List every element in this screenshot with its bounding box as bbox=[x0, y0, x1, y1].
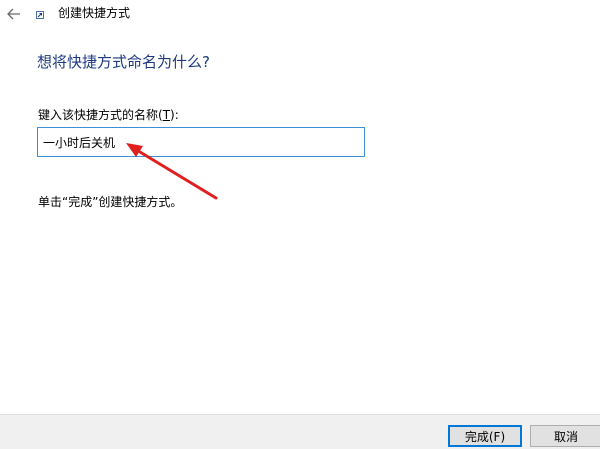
finish-button[interactable]: 完成(F) bbox=[448, 425, 522, 447]
shortcut-wizard-icon bbox=[36, 11, 44, 19]
shortcut-name-input[interactable] bbox=[37, 127, 365, 157]
name-field-label-accel: T bbox=[162, 108, 171, 122]
cancel-button[interactable]: 取消 bbox=[530, 425, 600, 447]
name-field-label: 键入该快捷方式的名称(T): bbox=[38, 107, 179, 123]
title-bar: 创建快捷方式 bbox=[0, 0, 600, 28]
page-heading: 想将快捷方式命名为什么? bbox=[37, 53, 210, 71]
finish-hint-text: 单击“完成”创建快捷方式。 bbox=[38, 195, 183, 209]
window-title: 创建快捷方式 bbox=[58, 6, 131, 20]
name-field-label-text: 键入该快捷方式的名称( bbox=[38, 108, 163, 122]
back-arrow-icon bbox=[7, 8, 20, 20]
wizard-footer: 完成(F) 取消 bbox=[0, 414, 600, 449]
back-button[interactable] bbox=[4, 4, 24, 24]
create-shortcut-window: 创建快捷方式 想将快捷方式命名为什么? 键入该快捷方式的名称(T): 单击“完成… bbox=[0, 0, 600, 449]
name-field-label-suffix: ): bbox=[170, 108, 179, 122]
